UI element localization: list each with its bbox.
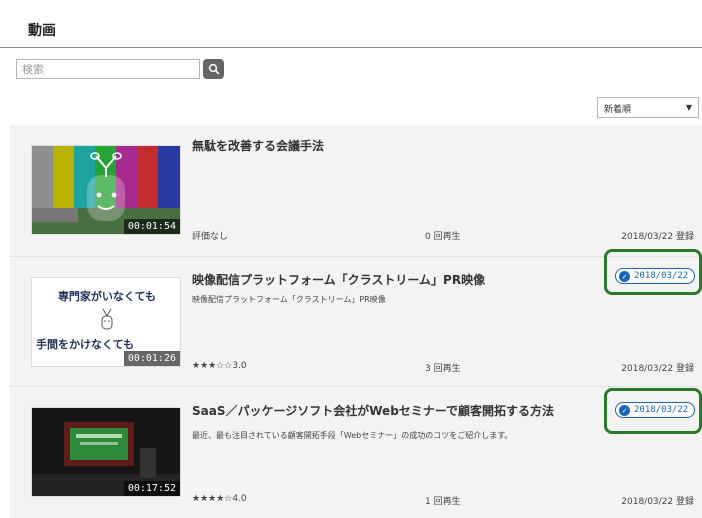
video-item[interactable]: 00:01:54 無駄を改善する会議手法 評価なし 0 回再生 2018/03/… <box>10 125 702 255</box>
video-rating: ★★★★☆4.0 <box>192 494 247 504</box>
video-title-link[interactable]: 無駄を改善する会議手法 <box>192 137 324 154</box>
video-title-link[interactable]: SaaS／パッケージソフト会社がWebセミナーで顧客開拓する方法 <box>192 402 554 419</box>
mascot-icon <box>101 308 113 330</box>
video-registered-date: 2018/03/22 登録 <box>621 232 694 242</box>
highlight-box <box>604 388 702 434</box>
thumbnail-caption-line-1: 専門家がいなくても <box>57 290 157 303</box>
video-duration: 00:17:52 <box>123 481 180 496</box>
search-input[interactable] <box>16 59 200 79</box>
video-registered-date: 2018/03/22 登録 <box>621 364 694 374</box>
video-play-count: 1 回再生 <box>425 497 461 507</box>
video-item[interactable]: 専門家がいなくても 手間をかけなくても 00:01:26 映像配信プラットフォー… <box>10 256 702 386</box>
video-title-link[interactable]: 映像配信プラットフォーム「クラストリーム」PR映像 <box>192 271 485 288</box>
video-duration: 00:01:26 <box>123 351 180 366</box>
video-play-count: 0 回再生 <box>425 232 461 242</box>
highlight-box <box>604 249 702 295</box>
thumbnail-caption-line-2: 手間をかけなくても <box>36 338 135 351</box>
page-title: 動画 <box>28 23 56 39</box>
page-header: 動画 <box>0 0 702 48</box>
video-description: 映像配信プラットフォーム「クラストリーム」PR映像 <box>192 295 386 304</box>
video-list: 00:01:54 無駄を改善する会議手法 評価なし 0 回再生 2018/03/… <box>10 125 702 518</box>
video-registered-date: 2018/03/22 登録 <box>621 497 694 507</box>
video-duration: 00:01:54 <box>123 219 180 234</box>
video-rating: ★★★☆☆3.0 <box>192 361 247 371</box>
video-item[interactable]: 00:17:52 SaaS／パッケージソフト会社がWebセミナーで顧客開拓する方… <box>10 386 702 516</box>
video-thumbnail[interactable]: 00:01:54 <box>31 145 181 235</box>
video-play-count: 3 回再生 <box>425 364 461 374</box>
sort-select[interactable]: 新着順 ▼ <box>597 97 699 118</box>
search-button[interactable] <box>203 59 224 79</box>
video-description: 最近、最も注目されている顧客開拓手段「Webセミナー」の成功のコツをご紹介します… <box>192 431 513 440</box>
video-thumbnail[interactable]: 00:17:52 <box>31 407 181 497</box>
dropdown-arrow-icon: ▼ <box>685 103 692 112</box>
sort-select-value: 新着順 <box>604 105 632 115</box>
video-thumbnail[interactable]: 専門家がいなくても 手間をかけなくても 00:01:26 <box>31 277 181 367</box>
video-rating: 評価なし <box>192 232 229 242</box>
search-icon <box>208 63 219 75</box>
